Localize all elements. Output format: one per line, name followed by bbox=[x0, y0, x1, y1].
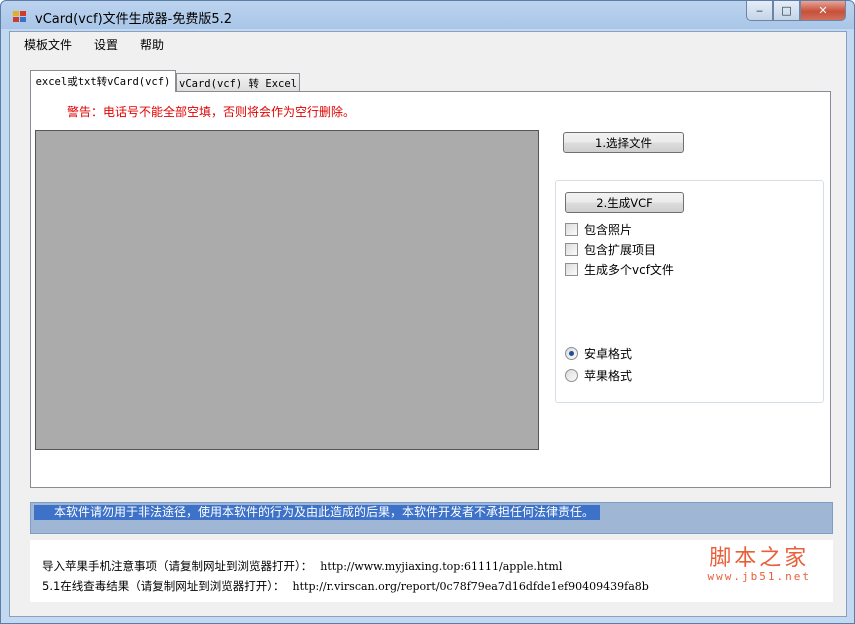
info-panel: 导入苹果手机注意事项（请复制网址到浏览器打开）： http://www.myjia… bbox=[30, 540, 833, 602]
apple-note-url[interactable]: http://www.myjiaxing.top:61111/apple.htm… bbox=[320, 560, 562, 573]
warning-text: 警告：电话号不能全部空填，否则将会作为空行删除。 bbox=[67, 105, 356, 119]
minimize-icon: ‒ bbox=[756, 4, 763, 17]
checkbox-label: 包含扩展项目 bbox=[584, 243, 657, 257]
minimize-button[interactable]: ‒ bbox=[746, 1, 773, 21]
apple-note-line: 导入苹果手机注意事项（请复制网址到浏览器打开）： http://www.myjia… bbox=[42, 558, 562, 574]
close-button[interactable]: ✕ bbox=[800, 1, 846, 21]
app-icon bbox=[13, 11, 27, 23]
radio-label: 苹果格式 bbox=[584, 369, 633, 383]
menu-bar: 模板文件 设置 帮助 bbox=[10, 32, 846, 56]
watermark-main: 脚本之家 bbox=[709, 546, 810, 571]
tab-excel-to-vcard[interactable]: excel或txt转vCard(vcf) bbox=[30, 70, 176, 92]
generate-vcf-button[interactable]: 2.生成VCF bbox=[565, 192, 684, 213]
virus-scan-url[interactable]: http://r.virscan.org/report/0c78f79ea7d1… bbox=[293, 580, 649, 593]
menu-help[interactable]: 帮助 bbox=[140, 36, 164, 53]
include-extended-checkbox[interactable]: 包含扩展项目 bbox=[565, 241, 656, 258]
window-controls: ‒ □ ✕ bbox=[746, 1, 846, 21]
radio-label: 安卓格式 bbox=[584, 347, 633, 361]
virus-scan-line: 5.1在线查毒结果（请复制网址到浏览器打开）： http://r.virscan.… bbox=[42, 578, 649, 594]
radio-button[interactable] bbox=[565, 347, 578, 360]
title-bar[interactable]: vCard(vcf)文件生成器-免费版5.2 ‒ □ ✕ bbox=[1, 1, 854, 31]
watermark-sub: www.jb51.net bbox=[707, 570, 811, 583]
include-photo-checkbox[interactable]: 包含照片 bbox=[565, 221, 632, 238]
radio-button[interactable] bbox=[565, 369, 578, 382]
select-file-button[interactable]: 1.选择文件 bbox=[563, 132, 684, 153]
checkbox-box[interactable] bbox=[565, 263, 578, 276]
android-format-radio[interactable]: 安卓格式 bbox=[565, 345, 632, 362]
apple-note-label: 导入苹果手机注意事项（请复制网址到浏览器打开）： bbox=[42, 559, 313, 573]
checkbox-box[interactable] bbox=[565, 223, 578, 236]
disclaimer-textbox[interactable]: 本软件请勿用于非法途径，使用本软件的行为及由此造成的后果，本软件开发者不承担任何… bbox=[30, 502, 833, 534]
checkbox-label: 包含照片 bbox=[584, 223, 633, 237]
tab-vcard-to-excel[interactable]: vCard(vcf) 转 Excel bbox=[176, 73, 300, 93]
apple-format-radio[interactable]: 苹果格式 bbox=[565, 367, 632, 384]
checkbox-box[interactable] bbox=[565, 243, 578, 256]
tab-panel: 警告：电话号不能全部空填，否则将会作为空行删除。 1.选择文件 2.生成VCF … bbox=[30, 91, 831, 488]
menu-settings[interactable]: 设置 bbox=[94, 36, 118, 53]
client-area: 模板文件 设置 帮助 excel或txt转vCard(vcf) vCard(vc… bbox=[9, 31, 847, 617]
virus-scan-label: 5.1在线查毒结果（请复制网址到浏览器打开）： bbox=[42, 579, 285, 593]
disclaimer-text: 本软件请勿用于非法途径，使用本软件的行为及由此造成的后果，本软件开发者不承担任何… bbox=[34, 505, 601, 520]
menu-template-file[interactable]: 模板文件 bbox=[24, 36, 72, 53]
window-title: vCard(vcf)文件生成器-免费版5.2 bbox=[35, 12, 233, 27]
close-icon: ✕ bbox=[818, 4, 828, 17]
preview-area bbox=[35, 130, 539, 450]
app-window: vCard(vcf)文件生成器-免费版5.2 ‒ □ ✕ 模板文件 设置 帮助 … bbox=[0, 0, 855, 624]
maximize-icon: □ bbox=[781, 4, 792, 17]
watermark-logo: 脚本之家 www.jb51.net bbox=[708, 540, 811, 583]
checkbox-label: 生成多个vcf文件 bbox=[584, 263, 674, 277]
multiple-vcf-checkbox[interactable]: 生成多个vcf文件 bbox=[565, 261, 674, 278]
maximize-button[interactable]: □ bbox=[773, 1, 800, 21]
